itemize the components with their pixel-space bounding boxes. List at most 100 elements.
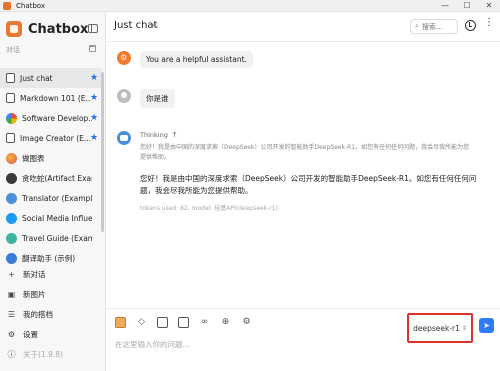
- menu-label: 我的搭档: [23, 309, 53, 319]
- star-icon[interactable]: ★: [90, 133, 98, 143]
- chat-item[interactable]: 贪吃蛇(Artifact Example): [0, 168, 102, 188]
- info-icon: ⓘ: [7, 349, 16, 359]
- partners-icon: ☰: [7, 309, 16, 319]
- chat-item[interactable]: Travel Guide (Example): [0, 228, 102, 248]
- input-toolbar: ◇ ∞ ⊕ ⚙: [115, 317, 262, 328]
- image-attach-icon[interactable]: [115, 317, 126, 328]
- send-button[interactable]: ➤: [479, 318, 494, 333]
- brand: Chatbox: [6, 21, 88, 37]
- eraser-icon[interactable]: ◇: [136, 317, 147, 328]
- settings-button[interactable]: ⚙ 设置: [0, 324, 104, 344]
- sidebar-collapse-icon[interactable]: [88, 24, 98, 33]
- assistant-answer: 您好！我是由中国的深度求索（DeepSeek）公司开发的智能助手DeepSeek…: [140, 174, 477, 195]
- chat-label: Markdown 101 (E...: [20, 93, 90, 103]
- chat-label: 翻译助手 (示例): [22, 253, 76, 263]
- chat-label: Software Develop...: [22, 113, 92, 123]
- chatbox-logo-icon: [6, 21, 22, 37]
- chat-avatar-icon: [6, 73, 15, 83]
- my-partners-button[interactable]: ☰ 我的搭档: [0, 304, 104, 324]
- image-icon: ▣: [7, 289, 16, 299]
- prompt-input[interactable]: [115, 338, 395, 350]
- minimize-button[interactable]: —: [434, 0, 456, 12]
- new-chat-button[interactable]: + 新对话: [0, 264, 104, 284]
- system-message: You are a helpful assistant.: [117, 51, 253, 68]
- message-list: You are a helpful assistant. 你是谁 Thinkin…: [107, 43, 500, 308]
- system-message-text: You are a helpful assistant.: [140, 51, 253, 68]
- maximize-button[interactable]: ☐: [456, 0, 478, 12]
- star-icon[interactable]: ★: [90, 93, 98, 103]
- chat-title: Just chat: [114, 20, 158, 31]
- user-avatar-icon: [117, 89, 131, 103]
- chat-avatar-icon: [6, 93, 15, 103]
- chat-item[interactable]: Social Media Influence...: [0, 208, 102, 228]
- search-input[interactable]: [421, 22, 452, 31]
- close-button[interactable]: ✕: [478, 0, 500, 12]
- model-selector[interactable]: deepseek-r1 ⇕: [407, 313, 473, 343]
- chat-item[interactable]: Image Creator (E... ★: [0, 128, 102, 148]
- folder-icon[interactable]: [178, 317, 189, 328]
- chat-item[interactable]: Software Develop... ★: [0, 108, 102, 128]
- user-message-text: 你是谁: [140, 89, 175, 108]
- system-avatar-icon: [117, 51, 131, 65]
- thinking-text: 您好！我是由中国的深度求索（DeepSeek）公司开发的智能助手DeepSeek…: [140, 144, 470, 161]
- thinking-label: Thinking: [140, 131, 168, 139]
- menu-label: 设置: [23, 329, 38, 339]
- input-area: ◇ ∞ ⊕ ⚙ deepseek-r1 ⇕ ➤: [107, 308, 500, 371]
- message-meta: tokens used: 82, model: 硅基API(deepseek-r…: [140, 205, 278, 212]
- trash-icon[interactable]: [89, 45, 96, 52]
- menu-label: 新图片: [23, 289, 46, 299]
- plus-icon: +: [8, 269, 15, 279]
- assistant-message: Thinking ↑ 您好！我是由中国的深度求索（DeepSeek）公司开发的智…: [117, 131, 480, 212]
- chat-label: Image Creator (E...: [20, 133, 90, 143]
- arrow-up-icon: ↑: [171, 131, 178, 139]
- chat-label: 贪吃蛇(Artifact Example): [22, 173, 92, 183]
- chat-avatar-icon: [6, 172, 17, 184]
- chat-label: Just chat: [20, 73, 53, 83]
- search-box[interactable]: ⌕: [410, 19, 458, 34]
- globe-icon[interactable]: ⊕: [220, 317, 231, 328]
- thinking-toggle[interactable]: Thinking ↑: [140, 131, 480, 139]
- link-icon[interactable]: ∞: [199, 317, 210, 328]
- app-icon: [3, 1, 11, 10]
- title-bar: Chatbox — ☐ ✕: [0, 0, 500, 12]
- chat-avatar-icon: [6, 133, 15, 143]
- document-icon[interactable]: [157, 317, 168, 328]
- assistant-avatar-icon: [117, 131, 131, 145]
- chat-avatar-icon: [6, 192, 17, 204]
- gear-icon: ⚙: [7, 329, 16, 339]
- chat-avatar-icon: [6, 252, 17, 264]
- user-message: 你是谁: [117, 89, 175, 108]
- chat-item[interactable]: Just chat ★: [0, 68, 102, 88]
- brand-name: Chatbox: [28, 21, 89, 37]
- sidebar: Chatbox 对话 Just chat ★ Markdown 101 (E..…: [0, 12, 106, 371]
- chat-item[interactable]: 做图表: [0, 148, 102, 168]
- chat-list: Just chat ★ Markdown 101 (E... ★ Softwar…: [0, 68, 102, 268]
- chat-avatar-icon: [6, 232, 17, 244]
- model-name: deepseek-r1: [413, 323, 460, 333]
- chat-item[interactable]: Markdown 101 (E... ★: [0, 88, 102, 108]
- edit-title-icon[interactable]: ✎: [152, 22, 159, 31]
- chat-label: Translator (Example): [22, 193, 92, 203]
- chevron-updown-icon: ⇕: [461, 324, 467, 332]
- sidebar-scrollbar[interactable]: [101, 72, 104, 232]
- history-icon[interactable]: [465, 20, 476, 31]
- chat-avatar-icon: [6, 212, 17, 224]
- chat-avatar-icon: [6, 152, 17, 164]
- chat-label: Travel Guide (Example): [22, 233, 92, 243]
- settings-sliders-icon[interactable]: ⚙: [241, 317, 252, 328]
- chat-label: Social Media Influence...: [22, 213, 92, 223]
- new-image-button[interactable]: ▣ 新图片: [0, 284, 104, 304]
- chat-item[interactable]: Translator (Example): [0, 188, 102, 208]
- more-options-icon[interactable]: ⋮: [484, 18, 494, 28]
- section-label: 对话: [6, 46, 20, 54]
- chat-label: 做图表: [22, 153, 45, 163]
- star-icon[interactable]: ★: [90, 113, 98, 123]
- menu-label: 关于(1.9.8): [23, 349, 63, 359]
- star-icon[interactable]: ★: [90, 73, 98, 83]
- window-title: Chatbox: [16, 1, 46, 10]
- sidebar-menu: + 新对话 ▣ 新图片 ☰ 我的搭档 ⚙ 设置 ⓘ 关于(1.9.8): [0, 264, 104, 364]
- chat-header: Just chat ✎ ⌕ ⋮: [107, 12, 500, 42]
- app-window: Chatbox — ☐ ✕ Chatbox 对话 Just chat ★ Mar…: [0, 0, 500, 371]
- menu-label: 新对话: [23, 269, 46, 279]
- about-button[interactable]: ⓘ 关于(1.9.8): [0, 344, 104, 364]
